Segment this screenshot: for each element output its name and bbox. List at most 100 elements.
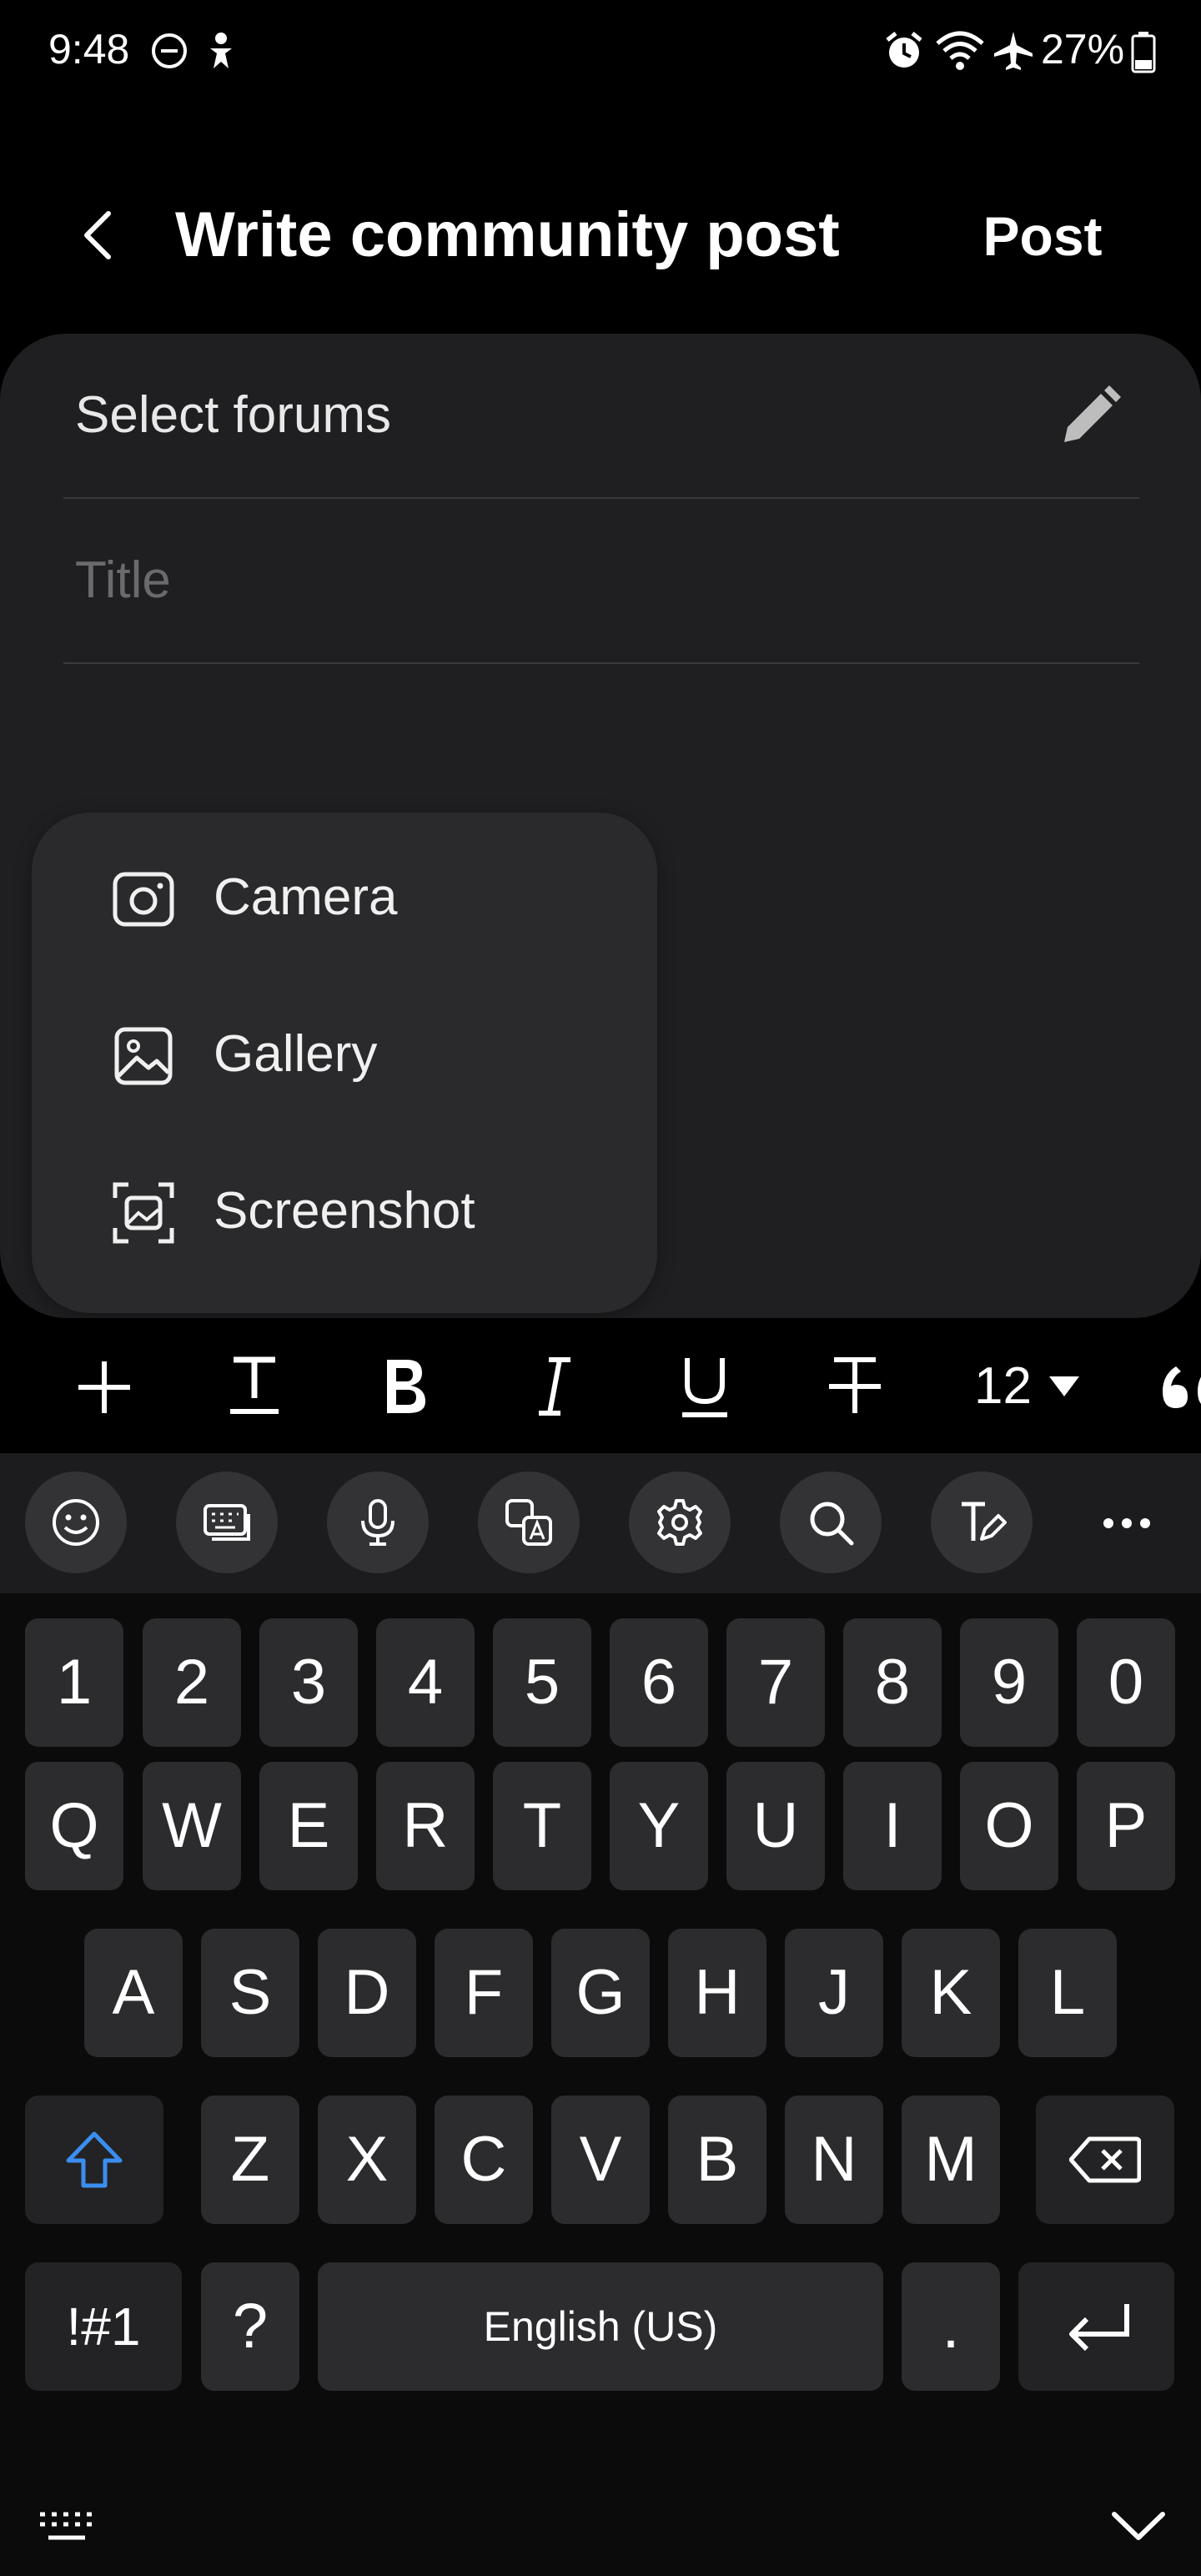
font-size-value: 12: [974, 1357, 1032, 1415]
key-d[interactable]: D: [318, 1929, 416, 2057]
app-header: Write community post Post: [0, 167, 1201, 309]
key-e[interactable]: E: [259, 1762, 358, 1890]
key-r[interactable]: R: [376, 1762, 475, 1890]
key-v[interactable]: V: [551, 2096, 650, 2224]
key-2[interactable]: 2: [143, 1618, 241, 1747]
key-j[interactable]: J: [785, 1929, 883, 2057]
voice-input-button[interactable]: [327, 1472, 429, 1573]
menu-item-camera[interactable]: Camera: [32, 824, 657, 974]
camera-icon: [112, 868, 175, 931]
key-u[interactable]: U: [726, 1762, 825, 1890]
key-4[interactable]: 4: [376, 1618, 475, 1747]
shift-icon: [66, 2131, 123, 2188]
bold-button[interactable]: [345, 1320, 462, 1453]
keyboard-settings-button[interactable]: [629, 1472, 731, 1573]
dropdown-arrow-icon: [1049, 1376, 1079, 1396]
key-o[interactable]: O: [960, 1762, 1058, 1890]
key-9[interactable]: 9: [960, 1618, 1058, 1747]
enter-icon: [1069, 2304, 1129, 2352]
key-8[interactable]: 8: [843, 1618, 942, 1747]
key-5[interactable]: 5: [493, 1618, 591, 1747]
add-button[interactable]: [45, 1320, 162, 1453]
strikethrough-icon: [829, 1357, 881, 1413]
screenshot-icon: [112, 1181, 175, 1245]
search-icon: [810, 1502, 854, 1546]
chevron-down-icon: [1112, 2512, 1165, 2540]
key-l[interactable]: L: [1018, 1929, 1117, 2057]
menu-item-screenshot[interactable]: Screenshot: [32, 1138, 657, 1288]
key-i[interactable]: I: [843, 1762, 942, 1890]
key-1[interactable]: 1: [25, 1618, 123, 1747]
handwriting-icon: [962, 1502, 1007, 1541]
battery-icon: [1131, 32, 1156, 73]
keyboard-toolbar: [0, 1453, 1201, 1593]
backspace-key[interactable]: [1036, 2096, 1174, 2224]
text-style-button[interactable]: [195, 1320, 312, 1453]
translate-icon: [505, 1499, 552, 1546]
format-toolbar: 12: [0, 1320, 1201, 1453]
key-7[interactable]: 7: [726, 1618, 825, 1747]
strikethrough-button[interactable]: [796, 1320, 912, 1453]
search-button[interactable]: [780, 1472, 882, 1573]
menu-item-gallery[interactable]: Gallery: [32, 981, 657, 1131]
title-field[interactable]: Title: [63, 499, 1139, 664]
space-key[interactable]: English (US): [318, 2262, 883, 2391]
edit-icon[interactable]: [1059, 384, 1123, 447]
menu-item-label: Gallery: [214, 1025, 378, 1083]
hide-keyboard-button[interactable]: [1093, 2493, 1184, 2559]
menu-item-label: Camera: [214, 868, 398, 926]
quote-icon: [1163, 1366, 1201, 1408]
back-icon[interactable]: [72, 202, 122, 269]
key-g[interactable]: G: [551, 1929, 650, 2057]
key-n[interactable]: N: [785, 2096, 883, 2224]
period-key[interactable]: .: [902, 2262, 1000, 2391]
key-h[interactable]: H: [668, 1929, 766, 2057]
handwriting-button[interactable]: [931, 1472, 1033, 1573]
italic-button[interactable]: [495, 1320, 612, 1453]
key-z[interactable]: Z: [201, 2096, 299, 2224]
key-t[interactable]: T: [493, 1762, 591, 1890]
font-size-button[interactable]: 12: [962, 1320, 1096, 1453]
key-3[interactable]: 3: [259, 1618, 358, 1747]
key-a[interactable]: A: [84, 1929, 183, 2057]
key-y[interactable]: Y: [610, 1762, 708, 1890]
keyboard-switch-button[interactable]: [25, 2493, 117, 2559]
key-x[interactable]: X: [318, 2096, 416, 2224]
key-q[interactable]: Q: [25, 1762, 123, 1890]
symbols-key[interactable]: !#1: [25, 2262, 182, 2391]
quote-button[interactable]: [1151, 1320, 1201, 1453]
keyboard-mode-icon: [204, 1504, 250, 1541]
select-forums-field[interactable]: Select forums: [63, 334, 1139, 499]
key-m[interactable]: M: [902, 2096, 1000, 2224]
translate-button[interactable]: [478, 1472, 580, 1573]
emoji-button[interactable]: [25, 1472, 127, 1573]
wifi-icon: [934, 28, 986, 72]
key-b[interactable]: B: [668, 2096, 766, 2224]
question-key[interactable]: ?: [201, 2262, 299, 2391]
keyboard-bottom-bar: [0, 2476, 1201, 2576]
battery-percent: 27%: [1041, 26, 1125, 73]
post-button[interactable]: Post: [967, 199, 1118, 274]
key-p[interactable]: P: [1077, 1762, 1175, 1890]
key-c[interactable]: C: [435, 2096, 533, 2224]
alarm-icon: [884, 30, 924, 72]
key-w[interactable]: W: [143, 1762, 241, 1890]
key-s[interactable]: S: [201, 1929, 299, 2057]
key-k[interactable]: K: [902, 1929, 1000, 2057]
status-bar: 9:48 27%: [0, 0, 1201, 108]
dnd-icon: [150, 32, 188, 70]
key-0[interactable]: 0: [1077, 1618, 1175, 1747]
accessibility-icon: [202, 30, 240, 72]
bold-icon: [387, 1360, 425, 1413]
key-f[interactable]: F: [435, 1929, 533, 2057]
key-6[interactable]: 6: [610, 1618, 708, 1747]
keyboard-icon: [40, 2512, 92, 2540]
shift-key[interactable]: [25, 2096, 163, 2224]
underline-icon: [682, 1358, 727, 1417]
keyboard-mode-button[interactable]: [176, 1472, 278, 1573]
underline-button[interactable]: [646, 1320, 762, 1453]
menu-item-label: Screenshot: [214, 1182, 475, 1240]
airplane-icon: [992, 30, 1034, 72]
more-button[interactable]: [1076, 1472, 1178, 1573]
enter-key[interactable]: [1018, 2262, 1174, 2391]
